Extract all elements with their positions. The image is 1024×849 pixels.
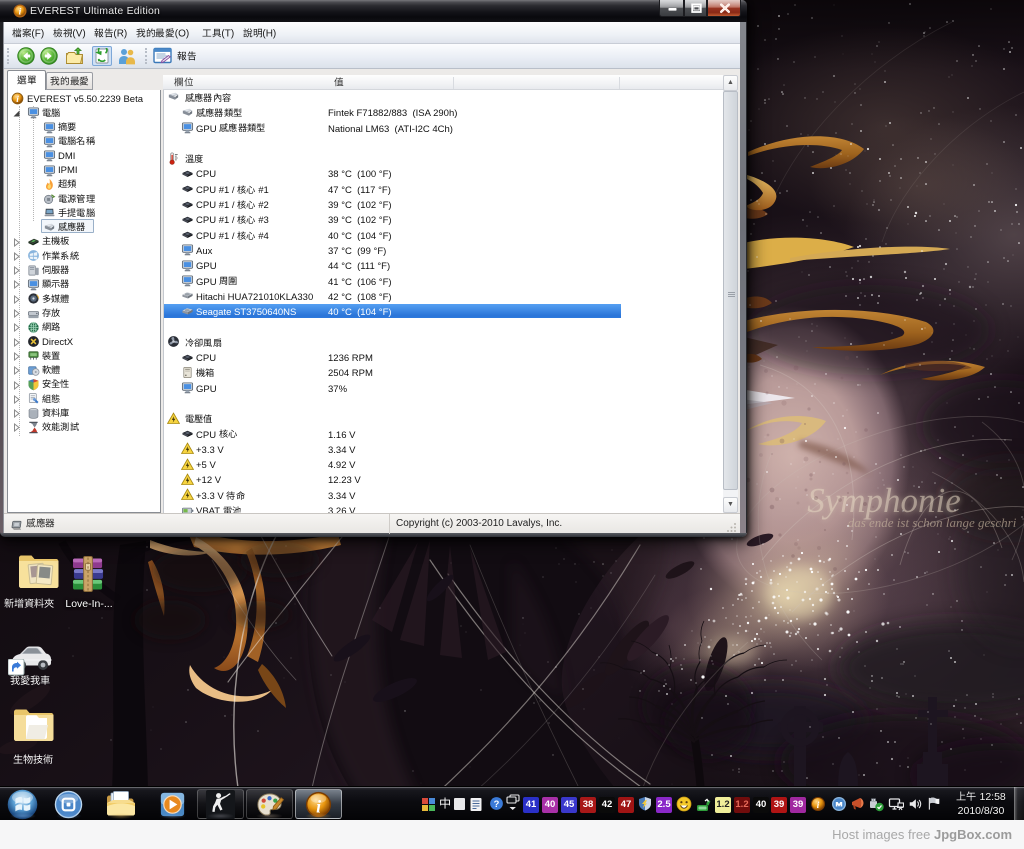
svg-text:?: ? xyxy=(494,799,500,809)
svg-text:i: i xyxy=(19,8,22,18)
svg-text:das ende ist schon lange gesch: das ende ist schon lange geschri xyxy=(848,515,1017,530)
